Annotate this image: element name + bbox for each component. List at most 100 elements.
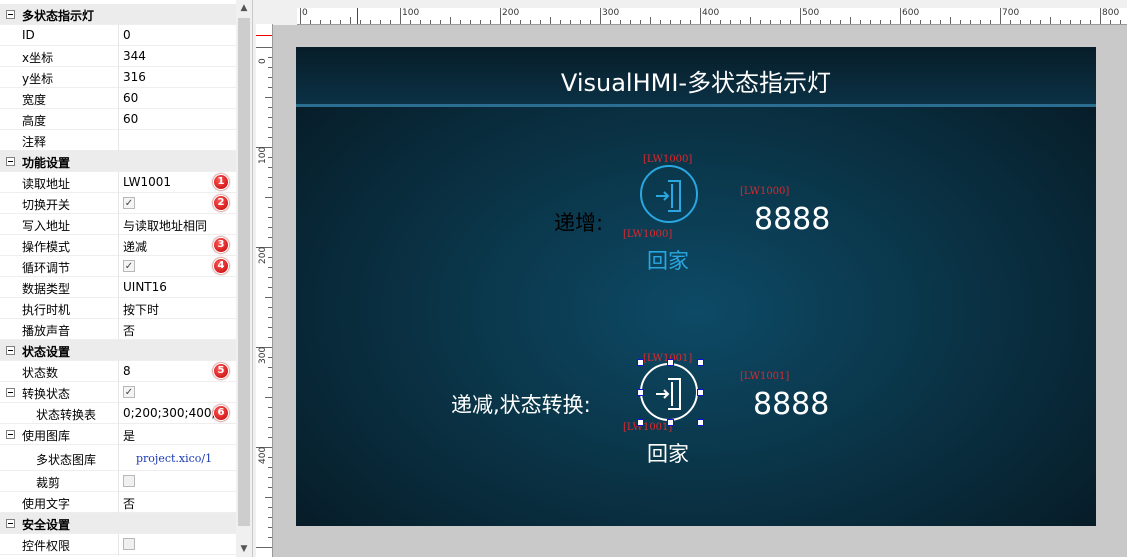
prop-row-permission[interactable]: 控件权限 (0, 534, 236, 555)
ruler-tick (370, 20, 371, 24)
collapse-icon[interactable] (6, 519, 15, 528)
ruler-tick (268, 337, 272, 338)
prop-value[interactable]: 递减 (123, 238, 147, 255)
collapse-icon[interactable] (6, 157, 15, 166)
prop-value[interactable]: UINT16 (123, 280, 167, 294)
ruler-tick (950, 17, 951, 24)
prop-row-write-address[interactable]: 写入地址 与读取地址相同 (0, 214, 236, 235)
ruler-tick (256, 47, 272, 48)
prop-row-use-gallery[interactable]: 使用图库 是 (0, 424, 236, 445)
collapse-icon[interactable] (6, 346, 15, 355)
ruler-tick (268, 467, 272, 468)
prop-row-x[interactable]: x坐标 344 (0, 46, 236, 67)
prop-row-cycle-adjust[interactable]: 循环调节 ✓ 4 (0, 256, 236, 277)
prop-row-state-count[interactable]: 状态数 8 5 (0, 361, 236, 382)
prop-value[interactable]: 316 (123, 70, 146, 84)
ruler-tick (440, 20, 441, 24)
ruler-tick (268, 537, 272, 538)
ruler-tick (390, 20, 391, 24)
prop-value[interactable]: 0;200;300;400;8 (123, 406, 223, 420)
prop-value[interactable]: 按下时 (123, 301, 159, 318)
checkbox-unchecked[interactable] (123, 475, 135, 487)
prop-row-crop[interactable]: 裁剪 (0, 471, 236, 492)
checkbox-unchecked[interactable] (123, 538, 135, 550)
ruler-tick (900, 8, 901, 24)
prop-value[interactable]: 8 (123, 364, 131, 378)
prop-row-state-table[interactable]: 状态转换表 0;200;300;400;8 6 (0, 403, 236, 424)
checkbox-checked[interactable]: ✓ (123, 197, 135, 209)
ruler-label: 0 (302, 8, 308, 18)
ruler-tick (340, 20, 341, 24)
increment-state-button[interactable] (640, 165, 698, 223)
prop-row-data-type[interactable]: 数据类型 UINT16 (0, 277, 236, 298)
category-security[interactable]: 安全设置 (0, 513, 236, 534)
resize-handle[interactable] (697, 389, 704, 396)
resize-handle[interactable] (697, 359, 704, 366)
prop-row-operation-mode[interactable]: 操作模式 递减 3 (0, 235, 236, 256)
prop-row-multi-gallery[interactable]: 多状态图库 project.xico/1 (0, 445, 236, 471)
property-scrollbar[interactable]: ▲ ▼ (236, 0, 252, 557)
prop-row-comment[interactable]: 注释 (0, 130, 236, 151)
category-widget[interactable]: 多状态指示灯 (0, 4, 236, 25)
ruler-tick (268, 277, 272, 278)
ruler-tick (268, 287, 272, 288)
ruler-tick (690, 20, 691, 24)
prop-row-convert-state[interactable]: 转换状态 ✓ (0, 382, 236, 403)
prop-value[interactable]: 0 (123, 28, 131, 42)
gallery-link[interactable]: project.xico/1 (136, 452, 212, 465)
category-function[interactable]: 功能设置 (0, 151, 236, 172)
prop-row-height[interactable]: 高度 60 (0, 109, 236, 130)
prop-value[interactable]: 344 (123, 49, 146, 63)
ruler-tick (560, 20, 561, 24)
resize-handle[interactable] (637, 389, 644, 396)
prop-row-toggle-switch[interactable]: 切换开关 ✓ 2 (0, 193, 236, 214)
address-tag: [LW1001] (623, 422, 673, 433)
prop-row-y[interactable]: y坐标 316 (0, 67, 236, 88)
annotation-badge: 4 (213, 258, 229, 274)
prop-label: 注释 (22, 135, 47, 149)
prop-row-exec-timing[interactable]: 执行时机 按下时 (0, 298, 236, 319)
prop-value[interactable]: 60 (123, 112, 138, 126)
resize-handle[interactable] (697, 419, 704, 426)
ruler-tick (730, 20, 731, 24)
ruler-tick (268, 387, 272, 388)
scroll-up-icon[interactable]: ▲ (236, 0, 252, 16)
ruler-label: 300 (602, 8, 620, 18)
prop-value[interactable]: 否 (123, 495, 135, 512)
prop-value[interactable]: 与读取地址相同 (123, 217, 207, 234)
scroll-thumb[interactable] (238, 18, 250, 526)
prop-value[interactable]: 60 (123, 91, 138, 105)
prop-row-play-sound[interactable]: 播放声音 否 (0, 319, 236, 340)
ruler-tick (268, 227, 272, 228)
ruler-tick (268, 517, 272, 518)
prop-row-use-text[interactable]: 使用文字 否 (0, 492, 236, 513)
ruler-tick (1010, 20, 1011, 24)
decrement-state-button[interactable] (640, 363, 698, 421)
ruler-tick (620, 20, 621, 24)
ruler-tick (268, 527, 272, 528)
ruler-tick (268, 107, 272, 108)
prop-row-width[interactable]: 宽度 60 (0, 88, 236, 109)
ruler-tick (265, 297, 272, 298)
prop-value[interactable]: 是 (123, 427, 135, 444)
prop-value[interactable]: LW1001 (123, 175, 171, 189)
prop-value[interactable]: 否 (123, 322, 135, 339)
resize-handle[interactable] (637, 359, 644, 366)
collapse-icon[interactable] (6, 430, 15, 439)
prop-label: 转换状态 (22, 387, 71, 401)
collapse-icon[interactable] (6, 388, 15, 397)
scroll-down-icon[interactable]: ▼ (236, 541, 252, 557)
ruler-tick (810, 20, 811, 24)
resize-handle[interactable] (667, 359, 674, 366)
prop-row-id[interactable]: ID 0 (0, 25, 236, 46)
category-state[interactable]: 状态设置 (0, 340, 236, 361)
resize-handle[interactable] (667, 419, 674, 426)
prop-row-read-address[interactable]: 读取地址 LW1001 1 (0, 172, 236, 193)
resize-handle[interactable] (637, 419, 644, 426)
ruler-tick (680, 20, 681, 24)
horizontal-ruler: 0 100 200 300 400 500 600 700 800 (297, 8, 1127, 25)
checkbox-checked[interactable]: ✓ (123, 386, 135, 398)
collapse-icon[interactable] (6, 10, 15, 19)
checkbox-checked[interactable]: ✓ (123, 260, 135, 272)
ruler-tick (420, 20, 421, 24)
